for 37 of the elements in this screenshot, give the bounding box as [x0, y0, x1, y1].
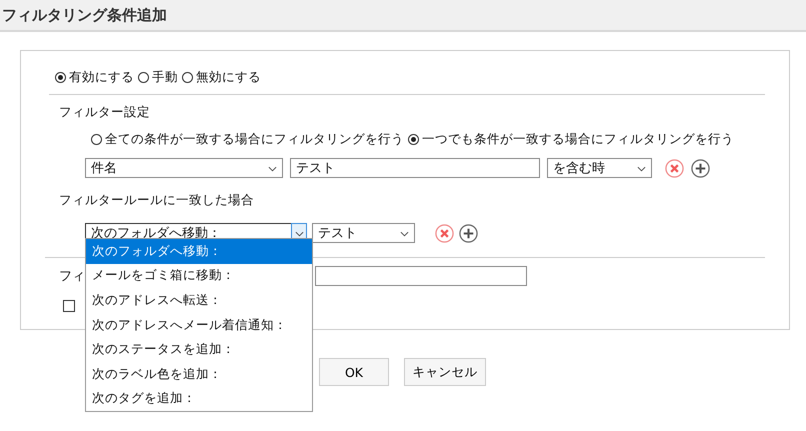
section-heading: フィルタールールに一致した場合: [59, 192, 255, 209]
menu-option[interactable]: 次のタグを追加：: [86, 386, 312, 412]
menu-option[interactable]: 次のステータスを追加：: [86, 337, 312, 362]
checkbox[interactable]: [63, 300, 75, 312]
add-icon[interactable]: [691, 158, 710, 178]
radio-label: 全ての条件が一致する場合にフィルタリングを行う: [105, 131, 404, 148]
value-input[interactable]: テスト: [290, 158, 540, 178]
name-label: フィ: [59, 268, 85, 285]
remove-icon[interactable]: [435, 224, 454, 242]
menu-option[interactable]: 次のフォルダへ移動：: [86, 239, 312, 264]
caret-icon: [295, 231, 304, 237]
radio-button[interactable]: [55, 72, 66, 83]
radio-button[interactable]: [182, 72, 193, 83]
radio-label: 手動: [152, 69, 178, 86]
field-select[interactable]: 件名: [85, 158, 283, 178]
ok-button[interactable]: OK: [319, 358, 389, 386]
remove-icon[interactable]: [665, 158, 684, 178]
radio-button[interactable]: [138, 72, 149, 83]
radio-label: 一つでも条件が一致する場合にフィルタリングを行う: [422, 131, 734, 148]
cancel-button[interactable]: キャンセル: [404, 358, 486, 386]
radio-label: 無効にする: [196, 69, 261, 86]
name-input[interactable]: [315, 266, 527, 286]
menu-option[interactable]: 次のアドレスへ転送：: [86, 288, 312, 313]
operator-select[interactable]: を含む時: [547, 158, 652, 178]
menu-option[interactable]: 次のアドレスへメール着信通知：: [86, 312, 312, 338]
radio-button[interactable]: [91, 134, 102, 145]
radio-button[interactable]: [408, 134, 419, 145]
folder-select[interactable]: テスト: [312, 223, 415, 243]
menu-option[interactable]: メールをゴミ箱に移動：: [86, 264, 312, 288]
caret-icon: [268, 166, 277, 172]
window-title: フィルタリング条件追加: [2, 6, 167, 24]
radio-label: 有効にする: [69, 69, 134, 86]
menu-option[interactable]: 次のラベル色を追加：: [86, 362, 312, 387]
add-icon[interactable]: [459, 224, 478, 242]
caret-icon: [637, 166, 646, 172]
caret-icon: [400, 231, 409, 237]
section-heading: フィルター設定: [59, 104, 151, 121]
